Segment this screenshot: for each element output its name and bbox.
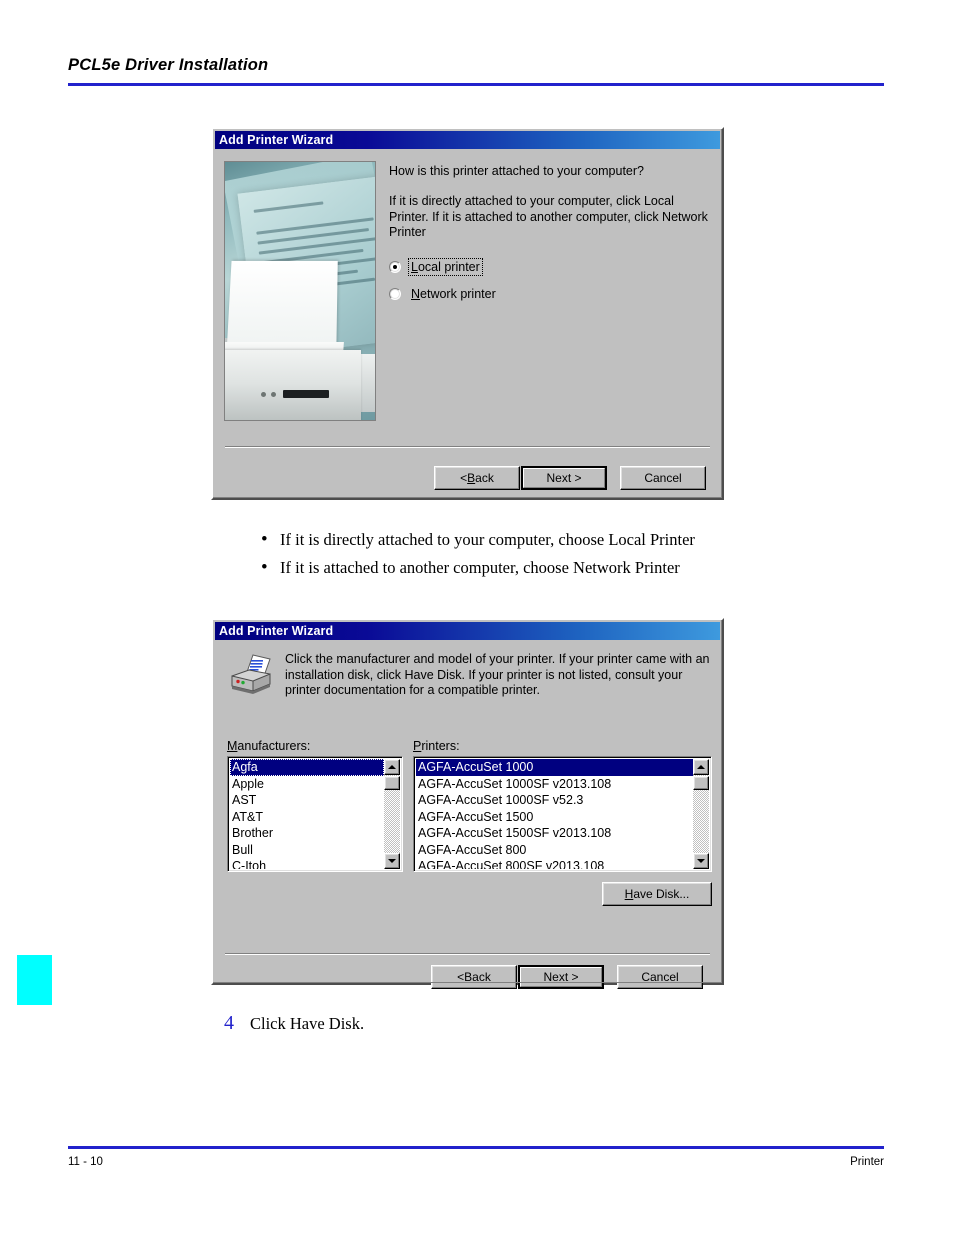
radio-network-printer[interactable]: Network printer xyxy=(389,286,708,302)
list-item[interactable]: C-Itoh xyxy=(230,858,384,869)
dialog1-content: How is this printer attached to your com… xyxy=(389,163,708,313)
accel-key-b-2: B xyxy=(464,970,473,984)
list-item: • If it is directly attached to your com… xyxy=(258,530,818,550)
footer-rule xyxy=(68,1146,884,1149)
radio-local-printer[interactable]: Local printer xyxy=(389,257,708,276)
step-number: 4 xyxy=(224,1012,234,1034)
dialog2-separator xyxy=(225,953,710,955)
back-button-2[interactable]: < Back xyxy=(431,965,517,989)
step-text: Click Have Disk. xyxy=(250,1014,365,1033)
add-printer-wizard-dialog-2[interactable]: Add Printer Wizard Click the manufacture… xyxy=(211,618,724,989)
dialog2-body: Click the manufacturer and model of your… xyxy=(215,640,720,989)
back-button-1-pre: < xyxy=(460,471,468,485)
bullet-icon: • xyxy=(261,557,268,578)
list-item[interactable]: Agfa xyxy=(230,759,384,776)
dialog2-button-row: < Back Next > Cancel xyxy=(431,965,703,989)
header-rule xyxy=(68,83,884,86)
back-button-1[interactable]: < Back xyxy=(434,466,520,490)
printers-label: Printers: xyxy=(413,739,460,753)
radio-local-printer-text: ocal printer xyxy=(417,259,480,274)
list-item[interactable]: Apple xyxy=(230,776,384,793)
dialog2-title: Add Printer Wizard xyxy=(219,624,334,638)
radio-network-printer-label: Network printer xyxy=(409,286,498,302)
dialog1-question: How is this printer attached to your com… xyxy=(389,164,644,178)
dialog1-paragraph: If it is directly attached to your compu… xyxy=(389,194,708,239)
dialog1-titlebar[interactable]: Add Printer Wizard xyxy=(215,131,720,149)
add-printer-wizard-dialog-1[interactable]: Add Printer Wizard How is this printer a… xyxy=(211,127,724,500)
scroll-up-icon[interactable] xyxy=(384,759,400,775)
scroll-up-icon[interactable] xyxy=(693,759,709,775)
printers-label-rest: rinters: xyxy=(421,739,460,753)
have-disk-button[interactable]: Have Disk... xyxy=(602,882,712,906)
scrollbar-thumb[interactable] xyxy=(693,776,709,790)
list-item[interactable]: Brother xyxy=(230,825,384,842)
dialog1-body: How is this printer attached to your com… xyxy=(215,149,720,496)
next-button-2[interactable]: Next > xyxy=(518,965,604,989)
accel-key-l: L xyxy=(411,259,418,274)
list-item[interactable]: AT&T xyxy=(230,809,384,826)
accel-key-n: N xyxy=(411,286,421,301)
cancel-button-1[interactable]: Cancel xyxy=(620,466,706,490)
printers-listbox[interactable]: AGFA-AccuSet 1000 AGFA-AccuSet 1000SF v2… xyxy=(413,756,712,872)
dialog1-separator xyxy=(225,446,710,448)
bullet-icon: • xyxy=(261,529,268,550)
radio-local-printer-label: Local printer xyxy=(408,257,483,276)
scroll-down-icon[interactable] xyxy=(384,853,400,869)
accel-key-m: M xyxy=(227,739,238,753)
list-item[interactable]: AST xyxy=(230,792,384,809)
list-item[interactable]: Bull xyxy=(230,842,384,859)
manufacturers-label-rest: anufacturers: xyxy=(237,739,311,753)
accel-key-h: H xyxy=(624,887,634,901)
printers-scrollbar[interactable] xyxy=(693,759,709,869)
manufacturers-label: Manufacturers: xyxy=(227,739,310,753)
next-button-1[interactable]: Next > xyxy=(521,466,607,490)
bullet-text-2: If it is attached to another computer, c… xyxy=(280,558,680,577)
printer-icon xyxy=(229,654,273,694)
printers-list-items[interactable]: AGFA-AccuSet 1000 AGFA-AccuSet 1000SF v2… xyxy=(416,759,693,869)
bullet-text-1: If it is directly attached to your compu… xyxy=(280,530,695,549)
bullet-list: • If it is directly attached to your com… xyxy=(258,530,818,586)
list-item[interactable]: AGFA-AccuSet 1500SF v2013.108 xyxy=(416,825,693,842)
footer-section-label: Printer xyxy=(850,1156,884,1168)
printer-illustration xyxy=(224,161,376,421)
page-title: PCL5e Driver Installation xyxy=(68,56,269,74)
radio-local-printer-indicator[interactable] xyxy=(389,260,401,273)
dialog1-button-row: < Back Next > Cancel xyxy=(434,466,706,490)
chapter-tab-marker xyxy=(17,955,52,1005)
radio-network-printer-text: etwork printer xyxy=(420,286,496,301)
radio-network-printer-indicator[interactable] xyxy=(389,287,401,300)
have-disk-button-rest: ave Disk... xyxy=(633,887,690,901)
scroll-down-icon[interactable] xyxy=(693,853,709,869)
list-item[interactable]: AGFA-AccuSet 1000 xyxy=(416,759,693,776)
list-item[interactable]: AGFA-AccuSet 1000SF v2013.108 xyxy=(416,776,693,793)
manufacturers-list-items[interactable]: Agfa Apple AST AT&T Brother Bull C-Itoh xyxy=(230,759,384,869)
back-button-2-rest: ack xyxy=(472,970,491,984)
back-button-1-rest: ack xyxy=(475,471,494,485)
back-button-2-pre: < xyxy=(457,970,465,984)
dialog1-title: Add Printer Wizard xyxy=(219,133,334,147)
dialog2-instruction: Click the manufacturer and model of your… xyxy=(285,652,710,697)
next-button-2-label: Next > xyxy=(520,967,602,987)
list-item[interactable]: AGFA-AccuSet 800SF v2013.108 xyxy=(416,858,693,869)
accel-key-b-1: B xyxy=(467,471,476,485)
page-header: PCL5e Driver Installation xyxy=(68,56,884,75)
cancel-button-2[interactable]: Cancel xyxy=(617,965,703,989)
list-item[interactable]: AGFA-AccuSet 1500 xyxy=(416,809,693,826)
manufacturers-scrollbar[interactable] xyxy=(384,759,400,869)
scrollbar-thumb[interactable] xyxy=(384,776,400,790)
list-item[interactable]: AGFA-AccuSet 1000SF v52.3 xyxy=(416,792,693,809)
next-button-1-label: Next > xyxy=(523,468,605,488)
list-item: • If it is attached to another computer,… xyxy=(258,558,818,578)
manufacturers-listbox[interactable]: Agfa Apple AST AT&T Brother Bull C-Itoh xyxy=(227,756,403,872)
numbered-step: 4 Click Have Disk. xyxy=(224,1012,364,1035)
list-item[interactable]: AGFA-AccuSet 800 xyxy=(416,842,693,859)
dialog2-titlebar[interactable]: Add Printer Wizard xyxy=(215,622,720,640)
